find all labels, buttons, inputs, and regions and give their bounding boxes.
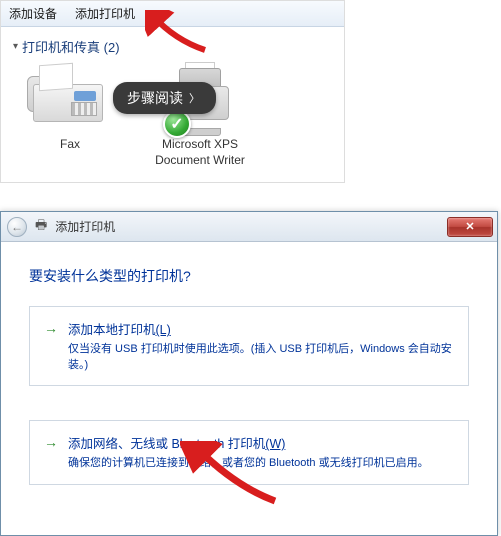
- add-printer-wizard: ← 🖶 添加打印机 ✕ 要安装什么类型的打印机? → 添加本地打印机(L) 仅当…: [0, 211, 498, 535]
- device-label: Microsoft XPS Document Writer: [145, 136, 255, 168]
- step-reading-badge[interactable]: 步骤阅读 〉: [113, 82, 216, 114]
- option-desc: 确保您的计算机已连接到网络，或者您的 Bluetooth 或无线打印机已启用。: [68, 456, 429, 471]
- device-label: Fax: [60, 136, 80, 152]
- option-title: 添加网络、无线或 Bluetooth 打印机(W): [68, 433, 429, 452]
- titlebar: ← 🖶 添加打印机 ✕: [1, 212, 497, 242]
- default-check-icon: ✓: [163, 110, 191, 138]
- option-desc: 仅当没有 USB 打印机时使用此选项。(插入 USB 打印机后，Windows …: [68, 342, 454, 373]
- printer-glyph-icon: 🖶: [35, 216, 47, 238]
- device-item-fax[interactable]: Fax: [15, 62, 125, 168]
- option-local-printer[interactable]: → 添加本地打印机(L) 仅当没有 USB 打印机时使用此选项。(插入 USB …: [29, 306, 469, 386]
- option-network-printer[interactable]: → 添加网络、无线或 Bluetooth 打印机(W) 确保您的计算机已连接到网…: [29, 420, 469, 484]
- arrow-right-icon: →: [44, 320, 58, 373]
- category-header[interactable]: ▾ 打印机和传真 (2): [1, 27, 344, 62]
- toolbar: 添加设备 添加打印机: [1, 1, 344, 27]
- close-icon: ✕: [465, 220, 474, 233]
- wizard-heading: 要安装什么类型的打印机?: [29, 266, 469, 286]
- disclosure-triangle-icon: ▾: [13, 41, 18, 52]
- arrow-right-icon: →: [44, 434, 58, 471]
- devices-area: Fax ✓ Microsoft XPS Document Writer 步骤阅读…: [1, 62, 344, 182]
- add-device-button[interactable]: 添加设备: [9, 5, 57, 22]
- chevron-right-icon: 〉: [189, 90, 200, 106]
- step-reading-label: 步骤阅读: [127, 88, 183, 108]
- category-label: 打印机和传真 (2): [22, 37, 120, 56]
- close-button[interactable]: ✕: [447, 217, 493, 237]
- option-title: 添加本地打印机(L): [68, 319, 454, 338]
- devices-window: 添加设备 添加打印机 ▾ 打印机和传真 (2) Fax: [0, 0, 345, 183]
- add-printer-button[interactable]: 添加打印机: [75, 5, 135, 22]
- window-title: 添加打印机: [55, 218, 115, 235]
- fax-icon: [25, 62, 115, 132]
- device-item-xps[interactable]: ✓ Microsoft XPS Document Writer: [145, 62, 255, 168]
- back-button[interactable]: ←: [7, 217, 27, 237]
